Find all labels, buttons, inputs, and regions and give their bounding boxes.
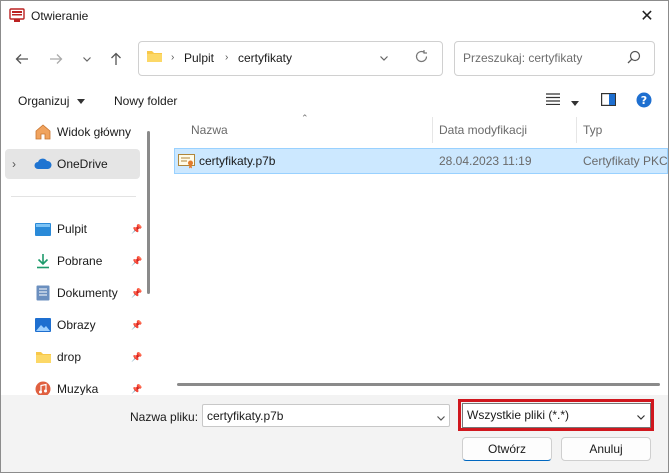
arrow-up-icon	[111, 52, 121, 65]
sidebar-item-pictures[interactable]: Obrazy 📌	[5, 310, 143, 340]
pin-icon: 📌	[131, 223, 143, 234]
view-options-button[interactable]	[546, 93, 560, 108]
pin-icon: 📌	[131, 287, 143, 298]
sidebar-item-label: OneDrive	[57, 157, 108, 171]
close-button[interactable]: ✕	[627, 1, 667, 31]
svg-text:?: ?	[641, 94, 647, 107]
close-icon: ✕	[640, 8, 654, 25]
column-divider[interactable]	[432, 117, 433, 143]
caret-down-icon	[76, 99, 85, 104]
sidebar-item-home[interactable]: Widok główny	[5, 117, 140, 147]
filename-input[interactable]: certyfikaty.p7b	[207, 409, 283, 423]
breadcrumb-separator-icon: ›	[225, 52, 229, 63]
forward-button[interactable]	[45, 48, 67, 70]
back-button[interactable]	[11, 48, 33, 70]
breadcrumb-item-certyfikaty[interactable]: certyfikaty	[238, 51, 292, 65]
search-input[interactable]: Przeszukaj: certyfikaty	[463, 51, 582, 65]
cancel-button[interactable]: Anuluj	[561, 437, 651, 461]
sidebar-item-onedrive[interactable]: › OneDrive	[5, 149, 140, 179]
sidebar-item-label: Pobrane	[57, 254, 103, 268]
folder-icon	[146, 49, 163, 66]
sidebar-item-label: Pulpit	[57, 222, 88, 236]
arrow-right-icon	[50, 54, 63, 64]
chevron-down-icon	[83, 57, 91, 62]
pin-icon: 📌	[131, 319, 143, 330]
chevron-down-icon	[437, 416, 445, 421]
pin-icon: 📌	[131, 255, 143, 266]
arrow-left-icon	[15, 54, 28, 64]
window-title: Otwieranie	[31, 9, 89, 23]
app-icon	[9, 7, 25, 23]
pin-icon: 📌	[131, 351, 143, 362]
up-button[interactable]	[105, 48, 127, 70]
image-icon	[35, 318, 51, 332]
sidebar-item-label: drop	[57, 350, 82, 364]
folder-icon	[36, 352, 51, 363]
sidebar-scrollbar[interactable]	[147, 131, 150, 294]
help-icon: ?	[636, 92, 652, 108]
new-folder-button[interactable]: Nowy folder	[114, 94, 177, 108]
filename-history-button[interactable]	[436, 412, 446, 426]
refresh-icon	[415, 50, 428, 63]
document-icon	[36, 285, 50, 301]
file-type-value: Wszystkie pliki (*.*)	[467, 408, 570, 422]
file-name: certyfikaty.p7b	[199, 154, 276, 168]
file-modified: 28.04.2023 11:19	[439, 154, 532, 168]
filename-label: Nazwa pliku:	[130, 410, 199, 424]
column-header-modified[interactable]: Data modyfikacji	[439, 117, 574, 143]
chevron-down-icon	[380, 56, 388, 61]
preview-pane-button[interactable]	[601, 93, 617, 109]
sidebar-item-drop[interactable]: drop 📌	[5, 342, 143, 372]
download-icon	[37, 254, 49, 269]
breadcrumb-separator-icon: ›	[171, 52, 175, 63]
home-icon	[35, 124, 51, 140]
navigation-pane: Widok główny › OneDrive Pulpit 📌 Pobrane…	[1, 117, 156, 397]
desktop-icon	[35, 222, 51, 236]
list-view-icon	[546, 93, 560, 106]
file-list-scrollbar[interactable]	[177, 383, 660, 386]
view-options-dropdown[interactable]	[571, 96, 579, 110]
sidebar-item-label: Muzyka	[57, 382, 99, 396]
sidebar-item-desktop[interactable]: Pulpit 📌	[5, 214, 143, 244]
column-header-type[interactable]: Typ	[583, 117, 663, 143]
address-history-button[interactable]	[379, 52, 389, 66]
sidebar-item-downloads[interactable]: Pobrane 📌	[5, 246, 143, 276]
open-button[interactable]: Otwórz	[462, 437, 552, 461]
sidebar-divider	[11, 196, 136, 197]
pin-icon: 📌	[131, 383, 143, 394]
preview-pane-icon	[601, 93, 617, 107]
sidebar-item-label: Obrazy	[57, 318, 96, 332]
sidebar-item-label: Widok główny	[57, 125, 132, 139]
column-divider[interactable]	[576, 117, 577, 143]
search-icon	[627, 50, 641, 67]
organize-menu-button[interactable]: Organizuj	[18, 94, 85, 108]
certificate-file-icon	[178, 153, 195, 172]
sidebar-item-label: Dokumenty	[57, 286, 118, 300]
help-button[interactable]: ?	[636, 92, 652, 111]
chevron-down-icon	[636, 411, 646, 425]
breadcrumb-item-pulpit[interactable]: Pulpit	[184, 51, 214, 65]
command-bar	[1, 84, 668, 117]
organize-label: Organizuj	[18, 94, 70, 108]
caret-down-icon	[571, 101, 579, 106]
expand-chevron-icon[interactable]: ›	[12, 157, 16, 171]
title-bar	[1, 1, 668, 31]
refresh-button[interactable]	[414, 49, 429, 67]
recent-locations-button[interactable]	[76, 48, 98, 70]
file-type: Certyfikaty PKCS	[583, 154, 668, 168]
cloud-icon	[34, 158, 52, 169]
column-header-name[interactable]: Nazwa	[191, 117, 431, 143]
sidebar-item-documents[interactable]: Dokumenty 📌	[5, 278, 143, 308]
